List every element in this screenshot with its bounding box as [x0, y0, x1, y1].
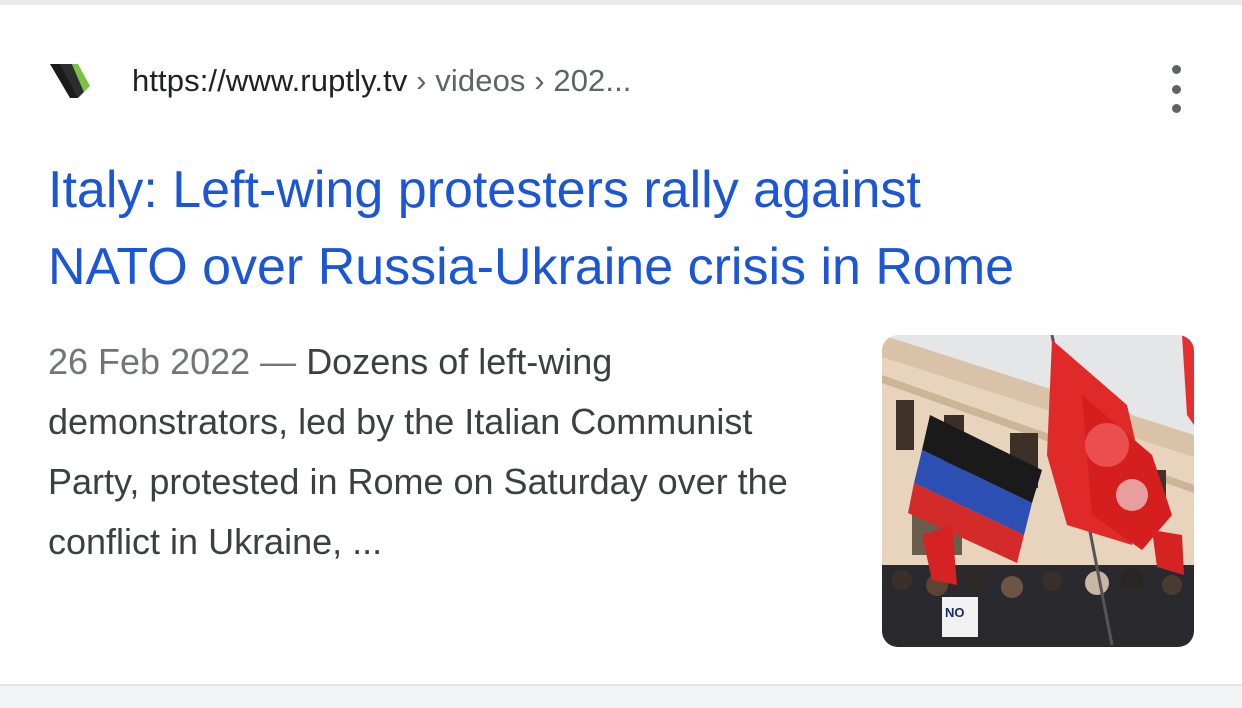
ruptly-logo-icon	[48, 58, 94, 104]
more-vert-icon	[1171, 65, 1181, 74]
protest-sign-text: NO	[945, 605, 965, 620]
result-source-row[interactable]: https://www.ruptly.tv › videos › 202...	[48, 51, 632, 111]
result-thumbnail-image[interactable]: NO	[882, 335, 1194, 647]
url-breadcrumb: › videos › 202...	[407, 63, 632, 98]
search-result-card: https://www.ruptly.tv › videos › 202... …	[0, 5, 1242, 684]
result-title-link[interactable]: Italy: Left-wing protesters rally agains…	[48, 152, 1198, 306]
more-vert-icon-dot-3	[1171, 104, 1181, 113]
result-title-line-1: Italy: Left-wing protesters rally agains…	[48, 161, 921, 219]
result-title-line-2: NATO over Russia-Ukraine crisis in Rome	[48, 238, 1015, 296]
bottom-divider	[0, 684, 1242, 708]
more-options-button[interactable]	[1156, 65, 1196, 113]
url-domain: https://www.ruptly.tv	[132, 63, 408, 98]
date-separator: —	[250, 341, 307, 382]
more-vert-icon-dot-2	[1171, 84, 1181, 94]
result-url[interactable]: https://www.ruptly.tv › videos › 202...	[132, 63, 632, 99]
search-results-page: https://www.ruptly.tv › videos › 202... …	[0, 0, 1242, 708]
result-date: 26 Feb 2022	[48, 341, 251, 382]
result-snippet: 26 Feb 2022 — Dozens of left-wing demons…	[48, 332, 828, 572]
